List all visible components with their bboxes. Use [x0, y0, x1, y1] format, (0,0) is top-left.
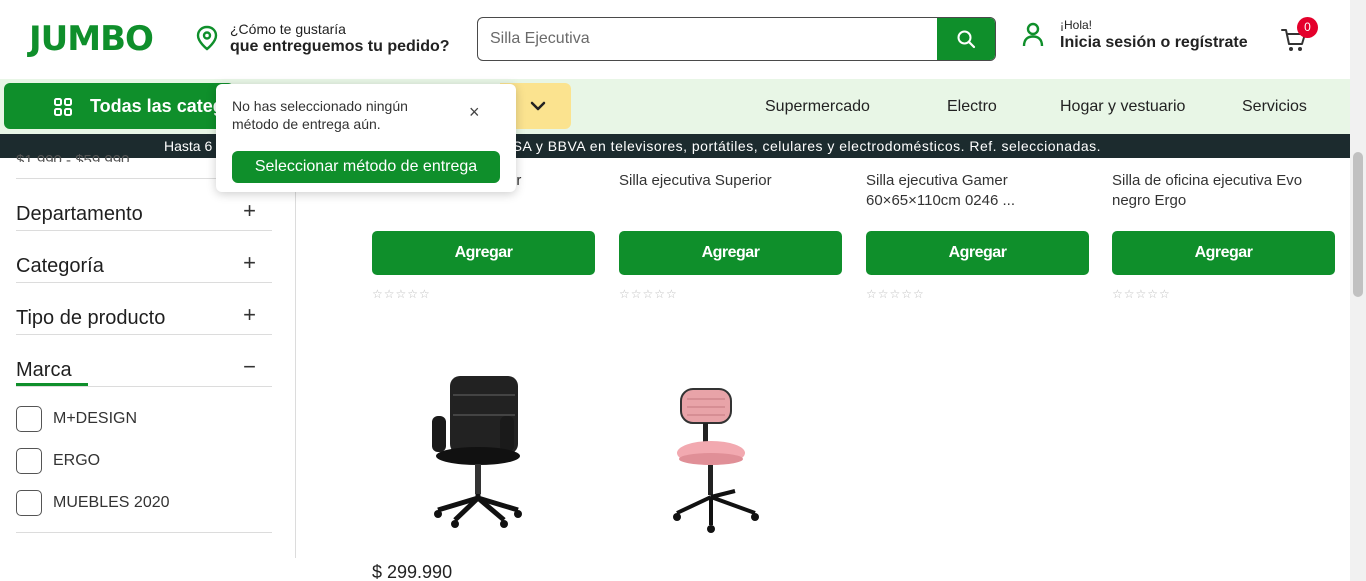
- nav-link-hogar[interactable]: Hogar y vestuario: [1060, 98, 1185, 116]
- filter-marca[interactable]: Marca −: [16, 335, 272, 387]
- price-range-label: $1.990 - $59.990: [16, 152, 130, 162]
- search-bar: Silla Ejecutiva: [477, 17, 996, 61]
- plus-icon: +: [243, 250, 256, 275]
- add-to-cart-button[interactable]: Agregar: [619, 231, 842, 275]
- rating-stars: ☆☆☆☆☆: [866, 287, 925, 301]
- filter-tipo-producto[interactable]: Tipo de producto +: [16, 283, 272, 335]
- product-price: $ 299.990: [372, 562, 453, 581]
- login-link[interactable]: ¡Hola! Inicia sesión o regístrate: [1022, 18, 1248, 52]
- rating-stars: ☆☆☆☆☆: [372, 287, 431, 301]
- delivery-line2: que entreguemos tu pedido?: [230, 38, 450, 55]
- product-name[interactable]: Silla ejecutiva Superior: [619, 171, 841, 191]
- promo-text-left: Hasta 6: [164, 138, 213, 154]
- cart-count-badge: 0: [1297, 17, 1318, 38]
- filter-categoria[interactable]: Categoría +: [16, 231, 272, 283]
- checkbox[interactable]: [16, 490, 42, 516]
- select-delivery-method-button[interactable]: Seleccionar método de entrega: [232, 151, 500, 183]
- delivery-line1: ¿Cómo te gustaría: [230, 21, 346, 37]
- rating-stars: ☆☆☆☆☆: [1112, 287, 1171, 301]
- scrollbar[interactable]: [1350, 0, 1366, 581]
- add-to-cart-button[interactable]: Agregar: [372, 231, 595, 275]
- login-label: Inicia sesión o regístrate: [1060, 34, 1248, 51]
- location-pin-icon: [196, 25, 218, 51]
- grid-icon: [54, 98, 72, 116]
- rating-stars: ☆☆☆☆☆: [619, 287, 678, 301]
- promo-banner[interactable]: Hasta 6 NSA y BBVA en televisores, portá…: [0, 134, 1350, 158]
- nav-link-electro[interactable]: Electro: [947, 98, 997, 116]
- plus-icon: +: [243, 198, 256, 223]
- filter-title: Categoría: [16, 255, 104, 277]
- scrollbar-thumb[interactable]: [1353, 152, 1363, 297]
- search-button[interactable]: [937, 18, 995, 60]
- checkbox[interactable]: [16, 406, 42, 432]
- jumbo-logo[interactable]: JUMBO: [29, 19, 154, 59]
- brand-label: MUEBLES 2020: [53, 494, 170, 511]
- divider: [16, 532, 272, 533]
- promo-text-right: NSA y BBVA en televisores, portátiles, c…: [502, 138, 1102, 154]
- product-name[interactable]: Silla ejecutiva Gamer 60×65×110cm 0246 .…: [866, 171, 1088, 211]
- delivery-selector[interactable]: ¿Cómo te gustaría que entreguemos tu ped…: [196, 20, 450, 56]
- brand-checkbox-mdesign[interactable]: M+DESIGN: [16, 406, 137, 432]
- product-name[interactable]: Silla de oficina ejecutiva Evo negro Erg…: [1112, 171, 1334, 211]
- all-categories-label: Todas las categorías: [90, 95, 234, 116]
- brand-checkbox-muebles[interactable]: MUEBLES 2020: [16, 490, 170, 516]
- product-image-black-chair[interactable]: [420, 368, 560, 538]
- header: JUMBO ¿Cómo te gustaría que entreguemos …: [0, 0, 1350, 79]
- popover-message: No has seleccionado ningún método de ent…: [232, 98, 408, 132]
- chevron-down-icon: [530, 101, 546, 111]
- active-filter-underline: [16, 383, 88, 386]
- minus-icon: −: [243, 354, 256, 379]
- sidebar-divider: [295, 158, 296, 558]
- filter-title: Departamento: [16, 203, 143, 225]
- close-icon[interactable]: ×: [469, 102, 480, 123]
- user-icon: [1022, 22, 1044, 47]
- search-icon: [957, 30, 976, 49]
- checkbox[interactable]: [16, 448, 42, 474]
- nav-bar: Todas las categorías Supermercado Electr…: [0, 79, 1350, 134]
- greeting: ¡Hola!: [1060, 18, 1093, 32]
- add-to-cart-button[interactable]: Agregar: [866, 231, 1089, 275]
- search-input[interactable]: Silla Ejecutiva: [478, 18, 937, 60]
- plus-icon: +: [243, 302, 256, 327]
- filter-title: Marca: [16, 359, 72, 381]
- all-categories-button[interactable]: Todas las categorías: [4, 83, 234, 129]
- brand-label: M+DESIGN: [53, 410, 138, 427]
- delivery-method-popover: No has seleccionado ningún método de ent…: [216, 84, 516, 192]
- product-image-pink-chair[interactable]: [665, 385, 775, 540]
- brand-checkbox-ergo[interactable]: ERGO: [16, 448, 100, 474]
- nav-link-supermercado[interactable]: Supermercado: [765, 98, 870, 116]
- nav-link-servicios[interactable]: Servicios: [1242, 98, 1307, 116]
- brand-label: ERGO: [53, 452, 101, 469]
- add-to-cart-button[interactable]: Agregar: [1112, 231, 1335, 275]
- filter-title: Tipo de producto: [16, 307, 166, 329]
